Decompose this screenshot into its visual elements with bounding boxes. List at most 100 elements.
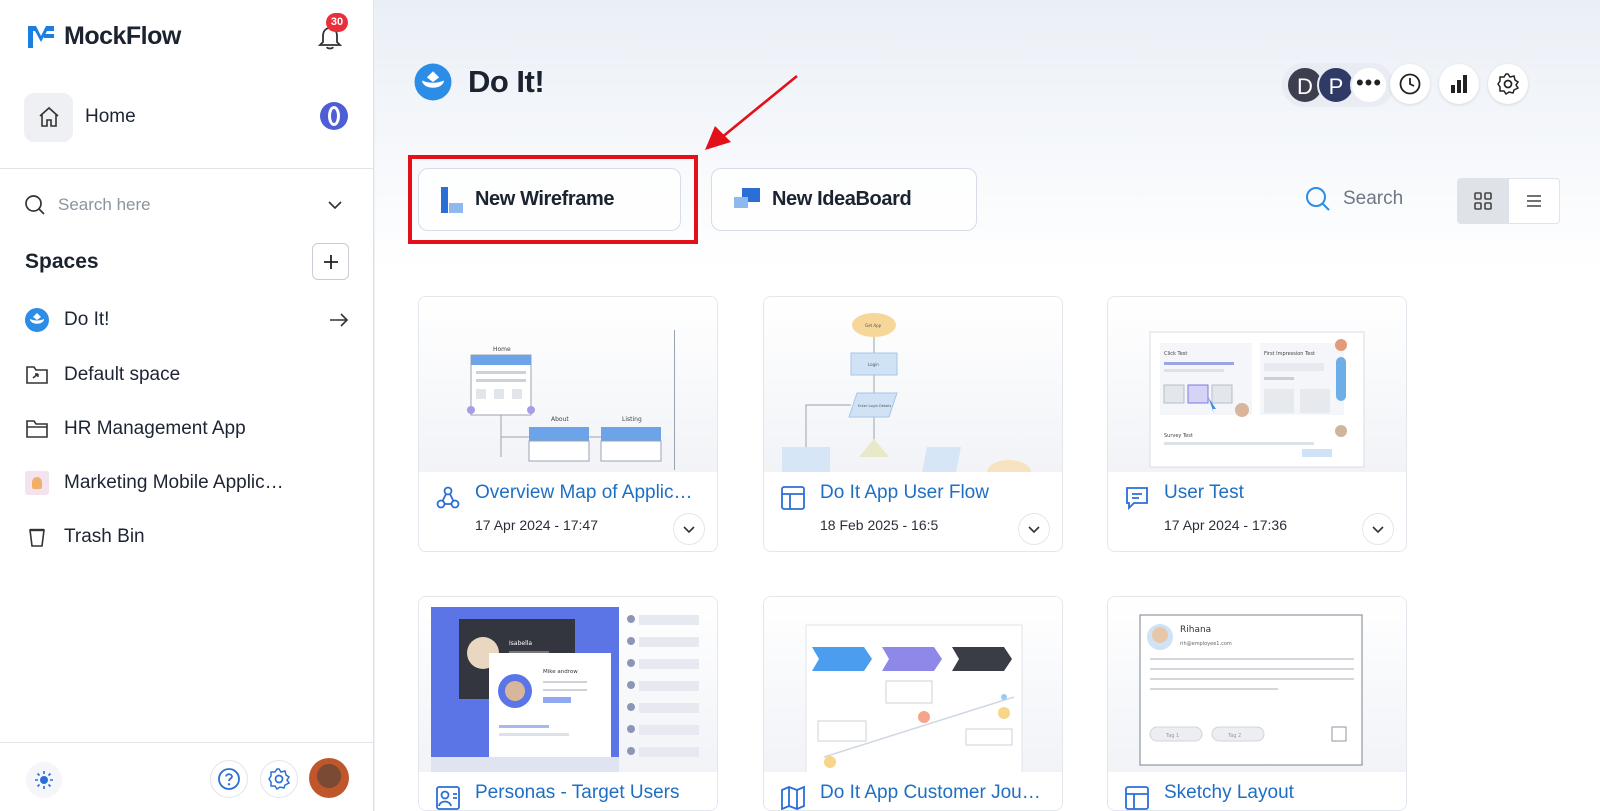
search-icon <box>1306 187 1330 211</box>
space-label: Marketing Mobile Applic… <box>64 472 284 493</box>
layout-icon <box>1124 785 1150 810</box>
search-label: Search <box>1343 188 1404 209</box>
thumb-text: Tag 2 <box>1227 733 1241 739</box>
card-menu-chevron-icon[interactable] <box>673 513 705 545</box>
sidebar-item-marketing-mobile-app[interactable]: Marketing Mobile Applic… <box>24 468 350 498</box>
project-card[interactable]: Get App Login Enter Login Details Do It … <box>763 296 1063 552</box>
do-it-space-icon <box>25 308 49 332</box>
flow-thumbnail: Get App Login Enter Login Details <box>782 313 1031 472</box>
annotation-arrow <box>705 74 798 150</box>
project-card[interactable]: Do It App Customer Jou… <box>763 596 1063 811</box>
help-icon[interactable] <box>210 760 248 798</box>
project-card[interactable]: Home About Listing Overview Map of Appli… <box>418 296 718 552</box>
theme-toggle-sun-icon[interactable] <box>26 762 62 798</box>
app-name: MockFlow <box>64 22 181 50</box>
space-label: Trash Bin <box>64 526 145 547</box>
sidebar-item-hr-management-app[interactable]: HR Management App <box>24 414 350 444</box>
card-menu-chevron-icon[interactable] <box>1018 513 1050 545</box>
space-label: HR Management App <box>64 418 246 439</box>
card-thumbnail: Isabella Mike androw <box>419 597 717 772</box>
analytics-bars-icon[interactable] <box>1439 64 1479 104</box>
thumb-text: First Impression Test <box>1264 351 1315 357</box>
home-label: Home <box>85 106 136 127</box>
sidebar-search[interactable]: Search here <box>24 190 344 220</box>
thumb-text: About <box>551 416 569 423</box>
view-toggle <box>1457 178 1560 224</box>
home-icon <box>24 92 73 142</box>
sketchy-thumbnail: Rihana rih@employee1.com Tag 1 Tag 2 <box>1139 614 1363 766</box>
card-menu-chevron-icon[interactable] <box>1362 513 1394 545</box>
thumb-text: Click Test <box>1164 351 1187 357</box>
user-test-thumbnail: Click Test First Impression Test Survey … <box>1149 331 1365 468</box>
trash-icon <box>29 528 45 547</box>
thumb-text: Survey Test <box>1164 433 1193 439</box>
search-icon <box>25 195 45 215</box>
history-clock-icon[interactable] <box>1390 64 1430 104</box>
app-logo[interactable]: MockFlow <box>26 22 181 51</box>
card-title[interactable]: Overview Map of Applic… <box>475 482 705 504</box>
main-content: Do It! D P ••• New Wireframe New IdeaBoa… <box>375 0 1600 811</box>
workspace-o-icon[interactable] <box>318 100 350 132</box>
flowchart-icon <box>780 485 806 511</box>
space-label: Default space <box>64 364 181 385</box>
card-thumbnail: Home About Listing <box>419 297 717 472</box>
sidebar: MockFlow 30 Home Search here Spaces Do I… <box>0 0 374 811</box>
thumb-text: Tag 1 <box>1165 733 1179 739</box>
settings-gear-icon[interactable] <box>1488 64 1528 104</box>
project-card[interactable]: Rihana rih@employee1.com Tag 1 Tag 2 Ske… <box>1107 596 1407 811</box>
card-thumbnail: Get App Login Enter Login Details <box>764 297 1062 472</box>
thumb-text: Isabella <box>509 640 532 647</box>
project-card[interactable]: Isabella Mike androw Personas - Target U… <box>418 596 718 811</box>
thumb-text: Login <box>868 362 879 367</box>
member-avatars[interactable]: D P ••• <box>1282 63 1394 107</box>
journey-thumbnail <box>805 624 1023 772</box>
sidebar-divider <box>0 168 374 169</box>
marketing-space-icon <box>25 471 49 495</box>
thumb-text: Enter Login Details <box>858 404 891 408</box>
gear-icon[interactable] <box>260 760 298 798</box>
sidebar-item-trash-bin[interactable]: Trash Bin <box>24 522 350 552</box>
persona-thumbnail: Isabella Mike androw <box>431 607 699 772</box>
user-avatar[interactable] <box>309 758 349 798</box>
map-icon <box>780 785 806 810</box>
arrow-right-icon[interactable] <box>328 309 350 331</box>
card-title[interactable]: Do It App User Flow <box>820 482 1050 504</box>
persona-icon <box>435 785 461 810</box>
sidebar-item-default-space[interactable]: Default space <box>24 360 350 390</box>
chat-icon <box>1124 485 1150 511</box>
card-title[interactable]: Do It App Customer Jou… <box>820 782 1050 804</box>
more-members-icon[interactable]: ••• <box>1350 66 1388 104</box>
new-ideaboard-button[interactable]: New IdeaBoard <box>711 168 977 231</box>
thumb-text: Home <box>493 346 511 353</box>
mockflow-logo-icon <box>28 25 54 48</box>
grid-view-icon[interactable] <box>1458 179 1509 223</box>
thumb-text: Mike androw <box>543 669 578 675</box>
main-search[interactable]: Search <box>1305 186 1403 212</box>
card-title[interactable]: Sketchy Layout <box>1164 782 1394 804</box>
wireframe-icon <box>441 186 463 213</box>
workspace-logo-icon <box>414 63 452 101</box>
sitemap-thumbnail: Home About Listing <box>467 330 675 470</box>
add-space-button[interactable] <box>312 243 349 280</box>
list-view-icon[interactable] <box>1509 179 1560 223</box>
card-date: 18 Feb 2025 - 16:5 <box>820 517 939 533</box>
space-label: Do It! <box>64 309 110 330</box>
thumb-text: Listing <box>622 416 642 423</box>
new-wireframe-button[interactable]: New Wireframe <box>418 168 681 231</box>
sidebar-item-home[interactable]: Home <box>24 92 350 142</box>
card-thumbnail <box>764 597 1062 772</box>
thumb-text: rih@employee1.com <box>1180 641 1232 647</box>
card-title[interactable]: User Test <box>1164 482 1394 504</box>
plus-icon <box>323 254 338 269</box>
card-title[interactable]: Personas - Target Users <box>475 782 705 804</box>
spaces-heading: Spaces <box>25 250 99 273</box>
project-card[interactable]: Click Test First Impression Test Survey … <box>1107 296 1407 552</box>
search-input[interactable]: Search here <box>58 195 326 215</box>
folder-share-icon <box>26 366 48 384</box>
sidebar-item-do-it[interactable]: Do It! <box>24 305 350 335</box>
chevron-down-icon[interactable] <box>326 196 344 214</box>
card-thumbnail: Click Test First Impression Test Survey … <box>1108 297 1406 472</box>
sidebar-footer-divider <box>0 742 374 743</box>
thumb-text: Get App <box>865 323 882 328</box>
ideaboard-icon <box>734 187 760 208</box>
